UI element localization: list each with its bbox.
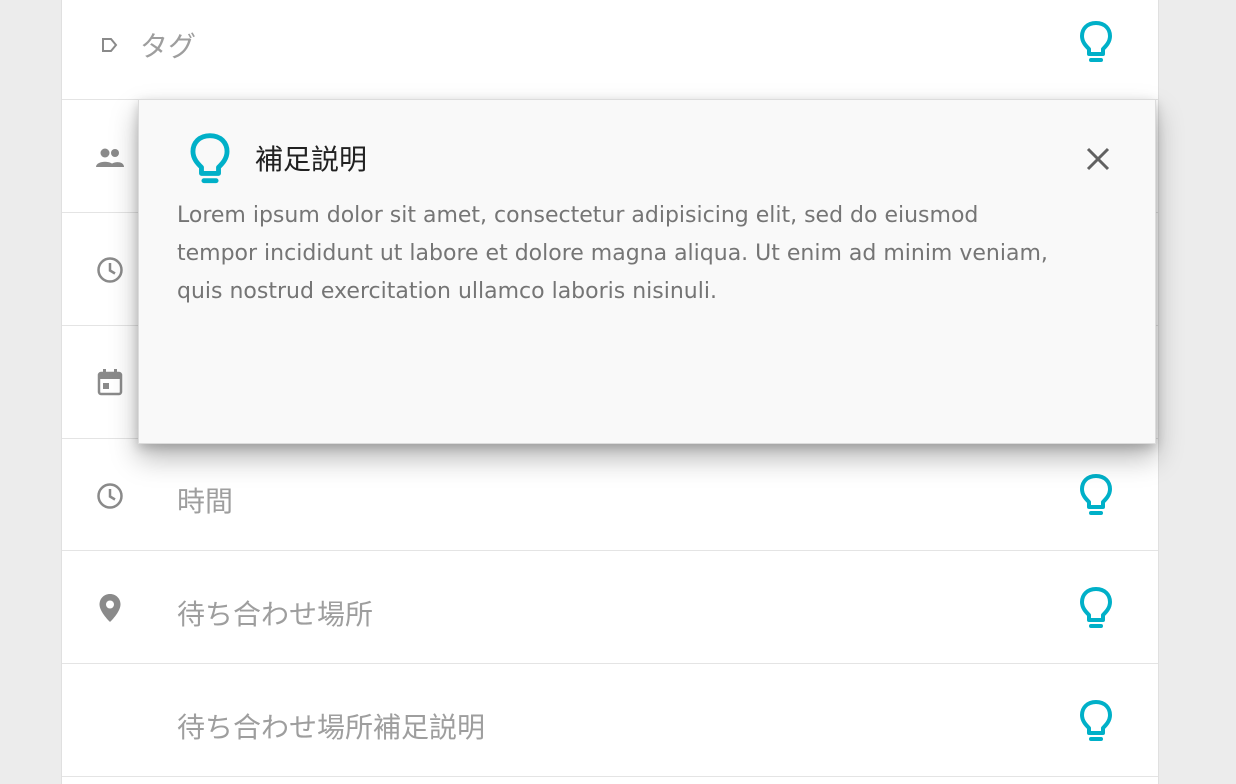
field-row-meeting-place[interactable]: 待ち合わせ場所	[62, 551, 1158, 664]
lightbulb-icon[interactable]	[1078, 472, 1114, 520]
tag-icon	[96, 31, 124, 59]
lightbulb-icon	[189, 132, 231, 188]
close-icon[interactable]	[1081, 142, 1115, 176]
popup-body: Lorem ipsum dolor sit amet, consectetur …	[177, 203, 1048, 304]
popup-title: 補足説明	[255, 143, 368, 176]
field-row-tag[interactable]: タグ	[62, 0, 1158, 100]
field-row-time[interactable]: 時間	[62, 438, 1158, 551]
field-label-time: 時間	[177, 485, 234, 518]
clock-icon	[96, 482, 124, 510]
field-row-meeting-place-note[interactable]: 待ち合わせ場所補足説明	[62, 664, 1158, 777]
location-pin-icon	[96, 594, 124, 622]
people-icon	[96, 144, 124, 172]
calendar-icon	[96, 368, 124, 396]
lightbulb-icon[interactable]	[1078, 585, 1114, 633]
lightbulb-icon[interactable]	[1078, 19, 1114, 67]
field-label-tag: タグ	[140, 30, 197, 63]
field-label-meeting-place-note: 待ち合わせ場所補足説明	[177, 711, 486, 744]
clock-icon	[96, 256, 124, 284]
hint-popup: 補足説明 Lorem ipsum dolor sit amet, consect…	[138, 99, 1156, 444]
lightbulb-icon[interactable]	[1078, 698, 1114, 746]
field-label-meeting-place: 待ち合わせ場所	[177, 598, 374, 631]
